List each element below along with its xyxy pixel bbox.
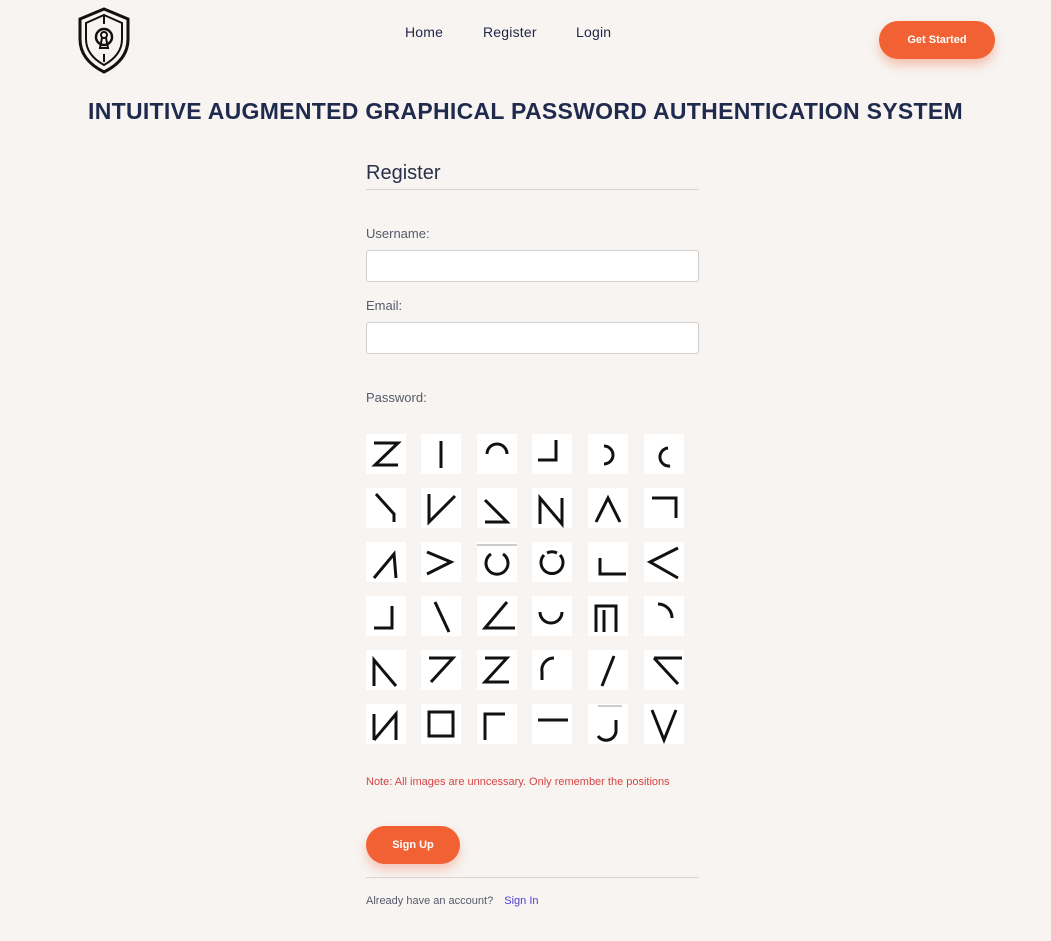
get-started-button[interactable]: Get Started — [879, 21, 995, 59]
z-shape-icon[interactable] — [366, 434, 406, 474]
arch-top-icon[interactable] — [477, 434, 517, 474]
angle-left-icon[interactable] — [477, 596, 517, 636]
n-shape-icon[interactable] — [532, 488, 572, 528]
backslash-icon[interactable] — [421, 596, 461, 636]
corner-top-left-icon[interactable] — [477, 704, 517, 744]
vertical-line-icon[interactable] — [421, 434, 461, 474]
diagonal-v-left-icon[interactable] — [366, 488, 406, 528]
horizontal-line-icon[interactable] — [532, 704, 572, 744]
corner-bottom-right-icon[interactable] — [532, 434, 572, 474]
n-reverse-icon[interactable] — [366, 704, 406, 744]
nav-link-register[interactable]: Register — [483, 24, 537, 40]
password-label: Password: — [366, 390, 427, 405]
seven-shape-icon[interactable] — [421, 650, 461, 690]
sign-up-button[interactable]: Sign Up — [366, 826, 460, 864]
j-hook-icon[interactable] — [588, 704, 628, 744]
square-icon[interactable] — [421, 704, 461, 744]
caret-up-left-icon[interactable] — [366, 542, 406, 582]
angle-top-left-icon[interactable] — [644, 650, 684, 690]
bottom-divider — [366, 877, 699, 878]
email-input[interactable] — [366, 322, 699, 354]
corner-bottom-right-small-icon[interactable] — [366, 596, 406, 636]
nav-link-login[interactable]: Login — [576, 24, 611, 40]
greater-than-icon[interactable] — [421, 542, 461, 582]
corner-top-right-icon[interactable] — [644, 488, 684, 528]
page-headline: INTUITIVE AUGMENTED GRAPHICAL PASSWORD A… — [88, 98, 963, 124]
u-shape-icon[interactable] — [532, 596, 572, 636]
sign-in-link[interactable]: Sign In — [504, 895, 538, 907]
circle-icon[interactable] — [532, 542, 572, 582]
n-diagonal-icon[interactable] — [366, 650, 406, 690]
signin-prompt-row: Already have an account? Sign In — [366, 895, 539, 907]
page: Home Register Login Get Started INTUITIV… — [0, 0, 1051, 941]
arc-left-icon[interactable] — [532, 650, 572, 690]
less-than-icon[interactable] — [644, 542, 684, 582]
circle-broken-icon[interactable] — [477, 542, 517, 582]
email-label: Email: — [366, 298, 403, 313]
password-note: Note: All images are unncessary. Only re… — [366, 776, 670, 788]
slash-icon[interactable] — [588, 650, 628, 690]
username-label: Username: — [366, 226, 430, 241]
corner-bottom-left-icon[interactable] — [588, 542, 628, 582]
password-image-grid — [366, 434, 686, 748]
square-open-icon[interactable] — [588, 596, 628, 636]
signin-prompt-text: Already have an account? — [366, 895, 494, 907]
v-right-icon[interactable] — [421, 488, 461, 528]
arc-left-small-icon[interactable] — [644, 434, 684, 474]
caret-up-icon[interactable] — [588, 488, 628, 528]
nav-link-home[interactable]: Home — [405, 24, 443, 40]
form-title: Register — [366, 162, 441, 184]
z-bold-icon[interactable] — [477, 650, 517, 690]
arc-top-right-icon[interactable] — [644, 596, 684, 636]
username-input[interactable] — [366, 250, 699, 282]
diagonal-z-small-icon[interactable] — [477, 488, 517, 528]
v-shape-icon[interactable] — [644, 704, 684, 744]
arc-right-icon[interactable] — [588, 434, 628, 474]
title-divider — [366, 189, 699, 190]
